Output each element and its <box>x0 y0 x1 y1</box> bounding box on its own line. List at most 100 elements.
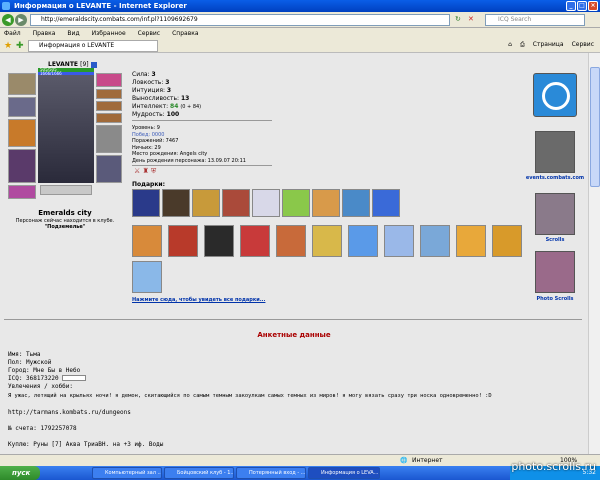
page-menu[interactable]: Страница <box>533 41 564 49</box>
stat-row: Ловкость: 3 <box>132 79 170 86</box>
earring-slot[interactable] <box>96 73 122 87</box>
gift-item[interactable] <box>204 225 234 257</box>
q-sex: Пол: Мужской <box>8 359 52 366</box>
q-account: № счета: 1792257078 <box>8 425 77 432</box>
taskbar-item[interactable]: Потерянный вход - ... <box>236 467 306 479</box>
taskbar-item[interactable]: Бойцовский клуб - 1... <box>164 467 234 479</box>
character-avatar <box>38 75 94 183</box>
q-link[interactable]: http://tarmans.kombats.ru/dungeons <box>8 409 131 416</box>
tab-bar: ★ ✚ Информация о LEVANTE ⌂ ⎙ Страница Се… <box>0 39 600 53</box>
stat-row: Интеллект: 84 (0 + 84) <box>132 103 202 110</box>
status-effect-icons[interactable]: ⚔ ♜ ⛨ <box>134 167 156 176</box>
taskbar-item[interactable]: Компьютерный зал ... <box>92 467 162 479</box>
gift-item[interactable] <box>384 225 414 257</box>
address-input[interactable]: http://emeraldscity.combats.com/inf.pl?1… <box>30 14 450 26</box>
gift-item[interactable] <box>132 261 162 293</box>
gift-item[interactable] <box>222 189 250 217</box>
gift-item[interactable] <box>276 225 306 257</box>
gift-item[interactable] <box>132 225 162 257</box>
menu-bar: Файл Правка Вид Избранное Сервис Справка <box>0 28 600 39</box>
back-icon[interactable]: ◀ <box>2 14 14 26</box>
scrolls-link[interactable]: Scrolls <box>522 237 588 243</box>
gift-item[interactable] <box>240 225 270 257</box>
search-input[interactable]: ICQ Search <box>485 14 585 26</box>
window-titlebar: Информация о LEVANTE - Internet Explorer… <box>0 0 600 12</box>
events-banner[interactable] <box>533 73 577 117</box>
stat-row: Мудрость: 100 <box>132 111 180 118</box>
gift-item[interactable] <box>420 225 450 257</box>
gift-item[interactable] <box>456 225 486 257</box>
gift-item[interactable] <box>312 189 340 217</box>
gift-item[interactable] <box>192 189 220 217</box>
gift-item[interactable] <box>342 189 370 217</box>
q-city: Город: Мне Бы в Небо <box>8 367 81 374</box>
gift-item[interactable] <box>492 225 522 257</box>
all-gifts-link[interactable]: Нажмите сюда, чтобы увидеть все подарки.… <box>132 297 265 303</box>
minimize-button[interactable]: _ <box>566 1 576 11</box>
ring-slot-2[interactable] <box>96 101 122 111</box>
menu-tools[interactable]: Сервис <box>138 28 160 39</box>
character-info: Уровень: 9 Побед: 0000 Поражений: 7467 Н… <box>132 125 246 164</box>
amulet-slot[interactable] <box>8 97 36 117</box>
scroll-slots[interactable] <box>40 185 92 195</box>
gift-item[interactable] <box>282 189 310 217</box>
weapon-slot[interactable] <box>8 119 36 147</box>
home-icon[interactable]: ⌂ <box>508 41 512 49</box>
gift-item[interactable] <box>162 189 190 217</box>
page-content: LEVANTE [9] 505/505 1666/1666 Emeralds c… <box>0 53 588 454</box>
gift-item[interactable] <box>168 225 198 257</box>
gift-item[interactable] <box>132 189 160 217</box>
boots-slot[interactable] <box>96 155 122 183</box>
q-icq: ICQ: 368173220 <box>8 375 59 382</box>
gift-item[interactable] <box>252 189 280 217</box>
start-button[interactable]: пуск <box>0 466 40 480</box>
events-link[interactable]: events.combats.com <box>522 175 588 181</box>
club-room: "Подземелье" <box>44 224 86 230</box>
forward-icon[interactable]: ▶ <box>15 14 27 26</box>
questionnaire-title: Анкетные данные <box>257 331 331 339</box>
status-bar: 🌐 Интернет 100% <box>0 454 600 466</box>
info-icon[interactable] <box>90 61 97 68</box>
photo-scrolls-banner[interactable] <box>535 251 575 293</box>
menu-view[interactable]: Вид <box>67 28 79 39</box>
icq-status-box <box>62 375 86 381</box>
q-name: Имя: Тьма <box>8 351 41 358</box>
helmet-slot[interactable] <box>8 73 36 95</box>
close-button[interactable]: × <box>588 1 598 11</box>
q-quote: Я ужас, летящий на крыльях ночи! я демон… <box>8 393 492 399</box>
print-icon[interactable]: ⎙ <box>520 41 525 49</box>
menu-file[interactable]: Файл <box>4 28 21 39</box>
gift-item[interactable] <box>372 189 400 217</box>
vertical-scrollbar[interactable] <box>588 53 600 454</box>
belt-slot[interactable] <box>8 185 36 199</box>
menu-help[interactable]: Справка <box>172 28 198 39</box>
photo-scrolls-link[interactable]: Photo Scrolls <box>522 296 588 302</box>
armor-slot[interactable] <box>8 149 36 183</box>
ring-slot-3[interactable] <box>96 113 122 123</box>
menu-edit[interactable]: Правка <box>33 28 56 39</box>
q-buy: Куплю: Руны [7] Аква ТриаВН. на +3 иф. В… <box>8 441 164 448</box>
refresh-icon[interactable]: ↻ <box>455 15 461 23</box>
stat-row: Выносливость: 13 <box>132 95 190 102</box>
scroll-thumb[interactable] <box>590 67 600 187</box>
q-hobby: Увлечения / хобби: <box>8 383 74 390</box>
shield-slot[interactable] <box>96 125 122 153</box>
character-city: Emeralds city <box>38 209 92 217</box>
address-toolbar: ◀ ▶ http://emeraldscity.combats.com/inf.… <box>0 12 600 28</box>
window-title: Информация о LEVANTE - Internet Explorer <box>14 2 187 10</box>
menu-favorites[interactable]: Избранное <box>92 28 126 39</box>
events-flag-banner[interactable] <box>535 131 575 173</box>
taskbar-item[interactable]: Информация о LEVA... <box>308 467 380 479</box>
gift-item[interactable] <box>348 225 378 257</box>
stop-icon[interactable]: ✕ <box>468 15 474 23</box>
scrolls-banner[interactable] <box>535 193 575 235</box>
tools-menu[interactable]: Сервис <box>572 41 594 49</box>
taskbar: пуск Компьютерный зал ... Бойцовский клу… <box>0 466 600 480</box>
favorites-star-icon[interactable]: ★ <box>4 41 12 51</box>
add-favorites-icon[interactable]: ✚ <box>16 41 24 51</box>
ring-slot-1[interactable] <box>96 89 122 99</box>
stat-row: Сила: 3 <box>132 71 156 78</box>
maximize-button[interactable]: □ <box>577 1 587 11</box>
tab-levante[interactable]: Информация о LEVANTE <box>28 40 158 52</box>
gift-item[interactable] <box>312 225 342 257</box>
